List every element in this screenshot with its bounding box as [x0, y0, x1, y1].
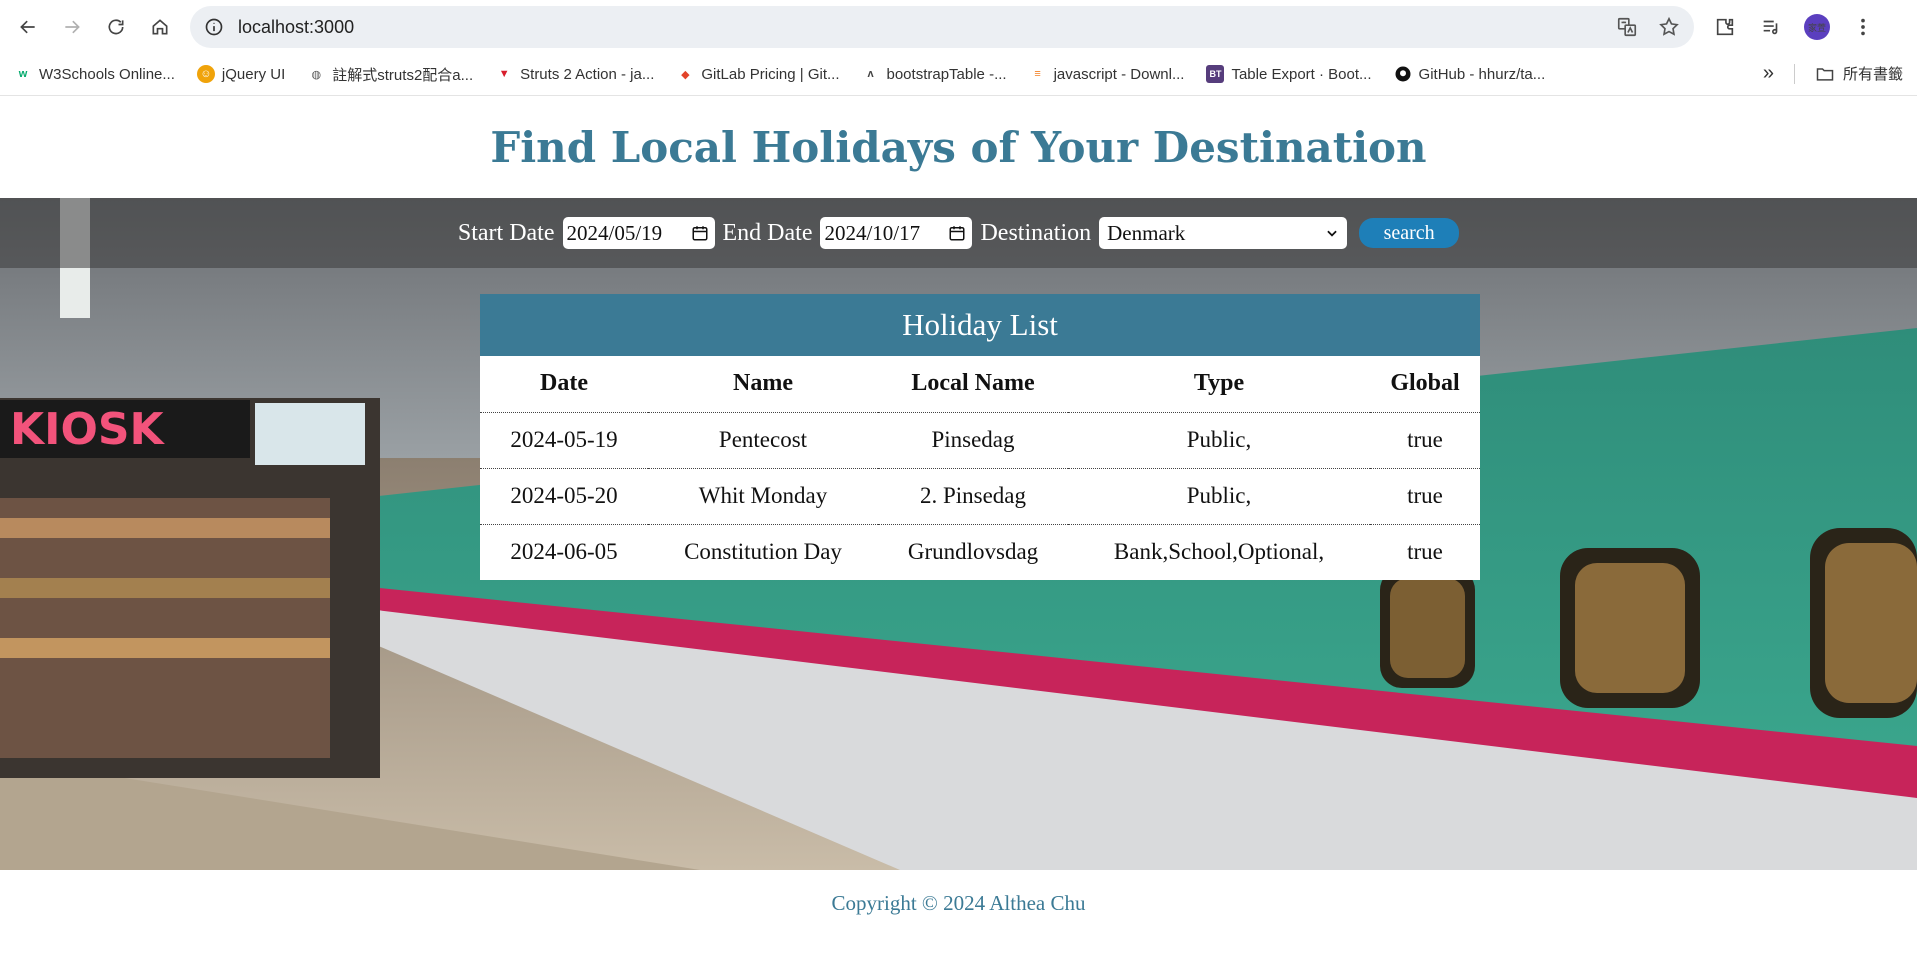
table-row: 2024-05-20 Whit Monday 2. Pinsedag Publi…: [480, 468, 1480, 525]
address-bar-actions: [1616, 16, 1680, 38]
holiday-table-container: Holiday List Date Name Local Name Type G…: [480, 294, 1480, 580]
extensions-icon[interactable]: [1712, 14, 1738, 40]
chevron-down-icon: [1327, 230, 1337, 237]
start-date-label: Start Date: [457, 219, 555, 246]
table-cell: Whit Monday: [648, 468, 878, 525]
search-button[interactable]: search: [1359, 218, 1460, 248]
bookmark-star-icon[interactable]: [1658, 16, 1680, 38]
url-text[interactable]: localhost:3000: [238, 17, 354, 38]
browser-toolbar: localhost:3000 家萱: [0, 0, 1917, 54]
search-form: Start Date 2024/05/19 End Date 2024/10/1…: [0, 198, 1917, 268]
stackoverflow-icon: ≡: [1034, 68, 1041, 80]
table-cell: Public,: [1068, 412, 1370, 469]
end-date-input[interactable]: 2024/10/17: [820, 217, 973, 249]
forward-icon[interactable]: [52, 7, 92, 47]
table-row: 2024-05-19 Pentecost Pinsedag Public, tr…: [480, 412, 1480, 469]
home-icon[interactable]: [140, 7, 180, 47]
globe-icon: ◍: [311, 68, 322, 81]
chevron-double-right-icon[interactable]: »: [1763, 62, 1774, 85]
folder-icon: [1816, 67, 1834, 81]
start-date-input[interactable]: 2024/05/19: [562, 217, 715, 249]
table-cell: Grundlovsdag: [907, 539, 1039, 565]
bootstrap-table-icon: ʌ: [867, 68, 874, 80]
table-cell: Public,: [1068, 468, 1370, 525]
page-header: Find Local Holidays of Your Destination: [0, 96, 1917, 198]
table-row: 2024-06-05 Constitution Day Grundlovsdag…: [480, 524, 1480, 580]
calendar-icon[interactable]: [948, 224, 966, 242]
all-bookmarks-button[interactable]: 所有書籤: [1815, 63, 1903, 84]
bookmark-item[interactable]: w W3Schools Online...: [14, 65, 175, 83]
hero-section: KIOSK Start Date 2024/05/19 End Date 202…: [0, 198, 1917, 870]
table-cell: true: [1407, 539, 1443, 565]
column-header: Date: [480, 356, 648, 413]
table-cell: 2024-06-05: [510, 539, 618, 565]
github-icon: [1394, 65, 1412, 83]
toolbar-actions: 家萱: [1712, 14, 1876, 40]
page-title: Find Local Holidays of Your Destination: [490, 122, 1427, 172]
gitlab-icon: ◆: [681, 68, 690, 81]
page-footer: Copyright © 2024 Althea Chu: [0, 870, 1917, 936]
bookmark-item[interactable]: ◆ GitLab Pricing | Git...: [676, 65, 839, 83]
bookmark-item[interactable]: ▼ Struts 2 Action - ja...: [495, 65, 655, 83]
bookmark-item[interactable]: ≡ javascript - Downl...: [1029, 65, 1184, 83]
bt-icon: BT: [1206, 65, 1225, 83]
table-cell: 2. Pinsedag: [878, 468, 1068, 525]
browser-chrome: localhost:3000 家萱 w W3Schools Online... …: [0, 0, 1917, 96]
end-date-label: End Date: [722, 219, 813, 246]
bookmark-item[interactable]: BT Table Export · Boot...: [1206, 65, 1372, 83]
table-header-row: Date Name Local Name Type Global: [480, 356, 1480, 413]
bookmarks-bar-right: » 所有書籤: [1763, 62, 1903, 85]
table-cell: true: [1370, 468, 1480, 525]
table-cell: 2024-05-20: [480, 468, 648, 525]
more-menu-icon[interactable]: [1850, 14, 1876, 40]
table-cell: Pentecost: [648, 412, 878, 469]
bookmarks-bar: w W3Schools Online... ☺ jQuery UI ◍ 註解式s…: [0, 54, 1917, 94]
column-header: Global: [1370, 356, 1480, 413]
table-cell: Bank,School,Optional,: [1113, 539, 1325, 565]
address-bar[interactable]: localhost:3000: [190, 6, 1694, 48]
bookmark-item[interactable]: ☺ jQuery UI: [196, 65, 285, 83]
table-cell: true: [1370, 412, 1480, 469]
table-cell: Constitution Day: [684, 539, 842, 565]
bookmarks-divider: [1793, 63, 1795, 84]
jquery-icon: ☺: [196, 65, 215, 83]
bookmark-item[interactable]: ʌ bootstrapTable -...: [862, 65, 1006, 83]
copyright-text: Copyright © 2024 Althea Chu: [831, 890, 1086, 915]
bookmark-item[interactable]: ◍ 註解式struts2配合a...: [307, 64, 473, 85]
site-info-icon[interactable]: [204, 17, 224, 37]
struts-icon: ▼: [498, 68, 510, 80]
table-cell: 2024-05-19: [480, 412, 648, 469]
media-queue-icon[interactable]: [1758, 14, 1784, 40]
table-caption: Holiday List: [480, 294, 1480, 356]
destination-label: Destination: [980, 219, 1092, 246]
w3schools-icon: w: [18, 68, 28, 80]
column-header: Name: [648, 356, 878, 413]
holiday-table: Date Name Local Name Type Global 2024-05…: [480, 356, 1480, 580]
reload-icon[interactable]: [96, 7, 136, 47]
destination-select[interactable]: Denmark: [1099, 217, 1348, 249]
svg-text:KIOSK: KIOSK: [10, 404, 166, 455]
bookmark-item[interactable]: GitHub - hhurz/ta...: [1394, 65, 1545, 83]
column-header: Type: [1068, 356, 1370, 413]
translate-icon[interactable]: [1616, 16, 1638, 38]
profile-avatar[interactable]: 家萱: [1804, 14, 1830, 40]
calendar-icon[interactable]: [691, 224, 709, 242]
column-header: Local Name: [878, 356, 1068, 413]
table-cell: Pinsedag: [878, 412, 1068, 469]
back-icon[interactable]: [8, 7, 48, 47]
